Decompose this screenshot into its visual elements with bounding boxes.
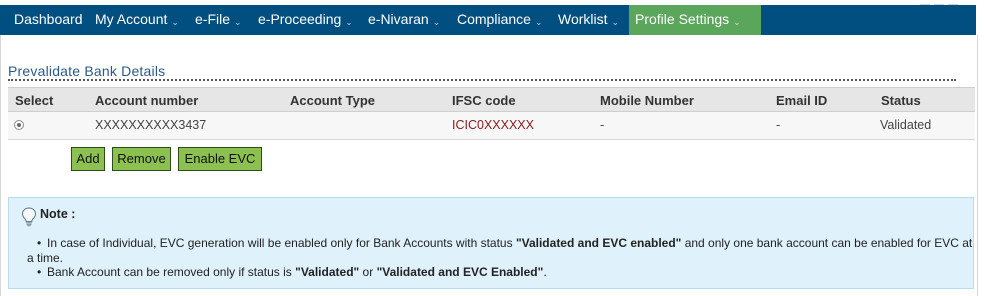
header-status: Status <box>881 93 921 108</box>
nav-e-file[interactable]: e-File ⌄ <box>195 5 242 35</box>
nav-worklist[interactable]: Worklist ⌄ <box>558 5 619 35</box>
nav-label: My Account <box>95 11 168 27</box>
decorative-dots <box>916 0 976 10</box>
note-item: • In case of Individual, EVC generation w… <box>27 236 973 265</box>
nav-edge <box>976 5 984 35</box>
section-title: Prevalidate Bank Details <box>8 63 166 79</box>
remove-button[interactable]: Remove <box>112 147 171 171</box>
cell-status: Validated <box>880 118 932 132</box>
header-account-number: Account number <box>95 93 199 108</box>
chevron-down-icon: ⌄ <box>611 17 620 27</box>
header-email-id: Email ID <box>776 93 828 108</box>
note-text: In case of Individual, EVC generation wi… <box>47 236 516 250</box>
cell-account-number: XXXXXXXXXX3437 <box>95 118 207 132</box>
nav-dashboard[interactable]: Dashboard <box>14 5 83 35</box>
cell-email-id: - <box>776 118 781 132</box>
header-ifsc-code: IFSC code <box>452 93 516 108</box>
table-header: Select Account number Account Type IFSC … <box>8 87 975 112</box>
header-mobile-number: Mobile Number <box>600 93 694 108</box>
chevron-down-icon: ⌄ <box>432 17 441 27</box>
note-text: Bank Account can be removed only if stat… <box>47 265 296 279</box>
chevron-down-icon: ⌄ <box>733 17 741 27</box>
nav-label: Worklist <box>558 11 608 27</box>
nav-label: e-Nivaran <box>368 11 429 27</box>
note-text: or <box>359 265 377 279</box>
note-emphasis: "Validated and EVC Enabled" <box>376 265 544 279</box>
chevron-down-icon: ⌄ <box>234 17 242 27</box>
nav-label: e-Proceeding <box>258 11 342 27</box>
note-list: • In case of Individual, EVC generation w… <box>27 236 973 280</box>
chevron-down-icon: ⌄ <box>171 17 179 27</box>
enable-evc-button[interactable]: Enable EVC <box>178 147 262 171</box>
nav-e-nivaran[interactable]: e-Nivaran ⌄ <box>368 5 440 35</box>
note-item: • Bank Account can be removed only if sta… <box>37 265 547 279</box>
table-row[interactable]: XXXXXXXXXX3437 ICIC0XXXXXX - - Validated <box>8 112 975 140</box>
cell-ifsc-code: ICIC0XXXXXX <box>452 118 534 132</box>
main-nav-bar: Dashboard My Account ⌄ e-File ⌄ e-Proceedi… <box>0 5 976 35</box>
nav-my-account[interactable]: My Account ⌄ <box>95 5 179 35</box>
note-box: Note : • In case of Individual, EVC gener… <box>8 197 974 289</box>
row-select-radio[interactable] <box>14 120 24 130</box>
chevron-down-icon: ⌄ <box>345 17 353 27</box>
nav-label: e-File <box>195 11 231 27</box>
nav-compliance[interactable]: Compliance ⌄ <box>457 5 542 35</box>
chevron-down-icon: ⌄ <box>534 17 543 27</box>
nav-profile-settings[interactable]: Profile Settings ⌄ <box>629 5 761 35</box>
nav-label: Profile Settings <box>635 11 730 27</box>
cell-mobile-number: - <box>600 118 605 132</box>
note-emphasis: "Validated" <box>295 265 360 279</box>
header-account-type: Account Type <box>290 93 375 108</box>
header-select: Select <box>15 93 54 108</box>
section-divider <box>8 79 956 81</box>
nav-e-proceeding[interactable]: e-Proceeding ⌄ <box>258 5 353 35</box>
lightbulb-icon <box>21 207 37 227</box>
note-title: Note : <box>40 207 76 221</box>
note-text: . <box>543 265 547 279</box>
add-button[interactable]: Add <box>71 147 105 171</box>
nav-label: Dashboard <box>14 11 83 27</box>
note-emphasis: "Validated and EVC enabled" <box>515 236 682 250</box>
nav-label: Compliance <box>457 11 531 27</box>
